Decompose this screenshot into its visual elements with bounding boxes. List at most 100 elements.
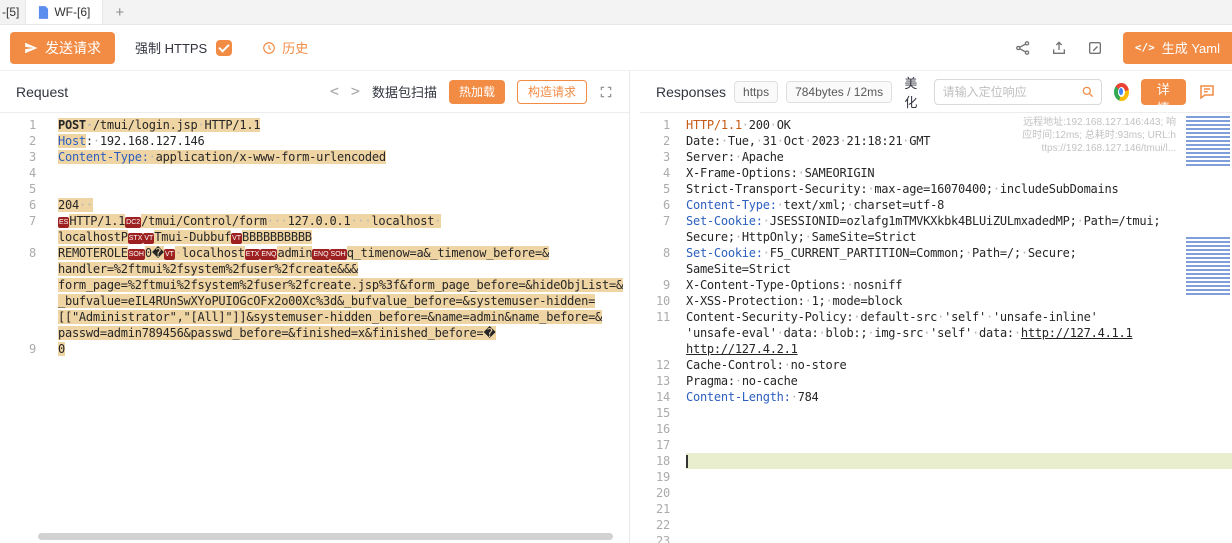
response-line[interactable]: 'unsafe-eval'·data:·blob:;·img-src·'self… [640,325,1232,341]
line-content: passwd=admin789456&passwd_before=&finish… [58,325,629,341]
send-request-button[interactable]: 发送请求 [10,32,115,64]
response-line[interactable]: 21 [640,501,1232,517]
minimap-block [1186,116,1230,166]
request-line[interactable]: 7ESHTTP/1.1DC2/tmui/Control/form···127.0… [0,213,629,229]
response-line[interactable]: 22 [640,517,1232,533]
line-content: http://127.4.2.1 [686,341,1232,357]
response-line[interactable]: 4X-Frame-Options:·SAMEORIGIN [640,165,1232,181]
force-https-checkbox[interactable] [216,40,232,56]
tab-wf6[interactable]: WF-[6] [25,0,103,24]
open-in-chrome-icon[interactable] [1114,83,1129,101]
line-content: localhostPSTXVTTmui-DubbufVTBBBBBBBBBB [58,229,629,245]
hot-reload-button[interactable]: 热加载 [449,80,505,104]
response-line[interactable]: 14Content-Length:·784 [640,389,1232,405]
line-number: 8 [640,245,670,261]
annotation-icon[interactable] [1198,83,1216,101]
line-content [686,517,1232,533]
response-line[interactable]: http://127.4.2.1 [640,341,1232,357]
export-icon[interactable] [1051,40,1067,56]
beautify-button[interactable]: 美化 [900,73,922,111]
add-tab-button[interactable]: + [103,0,136,24]
line-number [0,261,36,277]
line-number: 10 [640,293,670,309]
search-icon[interactable] [1075,80,1101,104]
response-line[interactable]: 15 [640,405,1232,421]
line-content: Content-Security-Policy:·default-src·'se… [686,309,1232,325]
construct-request-button[interactable]: 构造请求 [517,80,587,104]
response-line[interactable]: 13Pragma:·no-cache [640,373,1232,389]
response-line[interactable]: SameSite=Strict [640,261,1232,277]
line-content: Strict-Transport-Security:·max-age=16070… [686,181,1232,197]
generate-yaml-button[interactable]: </> 生成 Yaml [1123,32,1232,64]
line-content: X-Content-Type-Options:·nosniff [686,277,1232,293]
line-number: 3 [0,149,36,165]
fullscreen-icon[interactable] [599,85,613,99]
response-line[interactable]: 19 [640,469,1232,485]
packet-scan-button[interactable]: 数据包扫描 [372,82,437,101]
line-number: 7 [0,213,36,229]
line-number: 4 [0,165,36,181]
response-line[interactable]: 8Set-Cookie:·F5_CURRENT_PARTITION=Common… [640,245,1232,261]
chevron-left-icon[interactable]: < [330,84,339,99]
details-button[interactable]: 详情 [1141,79,1187,105]
response-line[interactable]: 7Set-Cookie:·JSESSIONID=ozlafg1mTMVKXkbk… [640,213,1232,229]
response-line[interactable]: 23 [640,533,1232,543]
request-line[interactable]: 6 204·· [0,197,629,213]
line-content [686,421,1232,437]
locate-response-input[interactable] [935,85,1075,99]
response-line[interactable]: 10 X-XSS-Protection:·1;·mode=block [640,293,1232,309]
tab-wf5[interactable]: -[5] [0,0,25,24]
request-line[interactable]: 90 [0,341,629,357]
line-content: Host:·192.168.127.146 [58,133,629,149]
line-number: 18 [640,453,670,469]
request-line[interactable]: 3Content-Type:·application/x-www-form-ur… [0,149,629,165]
response-line[interactable]: 18 [640,453,1232,469]
request-line[interactable]: 4 [0,165,629,181]
request-line[interactable]: 5 [0,181,629,197]
request-line[interactable]: 8REMOTEROLESOH0�VT·localhostETXENQadminE… [0,245,629,261]
line-number: 2 [0,133,36,149]
chevron-right-icon[interactable]: > [351,84,360,99]
line-content: Content-Type:·text/xml;·charset=utf-8 [686,197,1232,213]
fuzzer-toolbar: 发送请求 强制 HTTPS 历史 </> 生成 Yaml [0,25,1232,71]
response-line[interactable]: 17 [640,437,1232,453]
request-line[interactable]: handler=%2ftmui%2fsystem%2fuser%2fcreate… [0,261,629,277]
request-panel-header: Request < > 数据包扫描 热加载 构造请求 [0,71,629,113]
share-icon[interactable] [1015,40,1031,56]
edit-icon[interactable] [1087,40,1103,56]
request-line[interactable]: 1POST·/tmui/login.jsp·HTTP/1.1 [0,117,629,133]
response-editor[interactable]: 1HTTP/1.1·200·OK2Date:·Tue,·31·Oct·2023·… [640,113,1232,543]
request-line[interactable]: localhostPSTXVTTmui-DubbufVTBBBBBBBBBB [0,229,629,245]
line-content: 204·· [58,197,629,213]
minimap[interactable] [1184,113,1232,543]
response-line[interactable]: Secure;·HttpOnly;·SameSite=Strict [640,229,1232,245]
request-line[interactable]: passwd=admin789456&passwd_before=&finish… [0,325,629,341]
line-content [686,469,1232,485]
response-info-overlay: 远程地址:192.168.127.146:443; 响 应时间:12ms; 总耗… [1022,116,1176,155]
line-content [58,165,629,181]
request-hscrollbar[interactable] [38,533,613,540]
response-line[interactable]: 6Content-Type:·text/xml;·charset=utf-8 [640,197,1232,213]
response-line[interactable]: 16 [640,421,1232,437]
request-line[interactable]: [["Administrator","[All]"]]&systemuser-h… [0,309,629,325]
request-line[interactable]: _bufvalue=eIL4RUnSwXYoPUIOGcOFx2o00Xc%3d… [0,293,629,309]
response-line[interactable]: 11Content-Security-Policy:·default-src·'… [640,309,1232,325]
line-content: SameSite=Strict [686,261,1232,277]
response-line[interactable]: 9X-Content-Type-Options:·nosniff [640,277,1232,293]
request-line[interactable]: form_page=%2ftmui%2fsystem%2fuser%2fcrea… [0,277,629,293]
history-button[interactable]: 历史 [262,38,308,57]
line-number: 13 [640,373,670,389]
line-number: 8 [0,245,36,261]
line-content: X-XSS-Protection:·1;·mode=block [686,293,1232,309]
response-line[interactable]: 12Cache-Control:·no-store [640,357,1232,373]
request-line[interactable]: 2 Host:·192.168.127.146 [0,133,629,149]
minimap-block [1186,237,1230,295]
response-line[interactable]: 20 [640,485,1232,501]
line-content: POST·/tmui/login.jsp·HTTP/1.1 [58,117,629,133]
line-number [0,277,36,293]
tab-label: WF-[6] [54,5,90,19]
request-editor[interactable]: 1POST·/tmui/login.jsp·HTTP/1.12 Host:·192… [0,113,629,543]
response-line[interactable]: 5Strict-Transport-Security:·max-age=1607… [640,181,1232,197]
line-number: 6 [0,197,36,213]
line-number: 14 [640,389,670,405]
